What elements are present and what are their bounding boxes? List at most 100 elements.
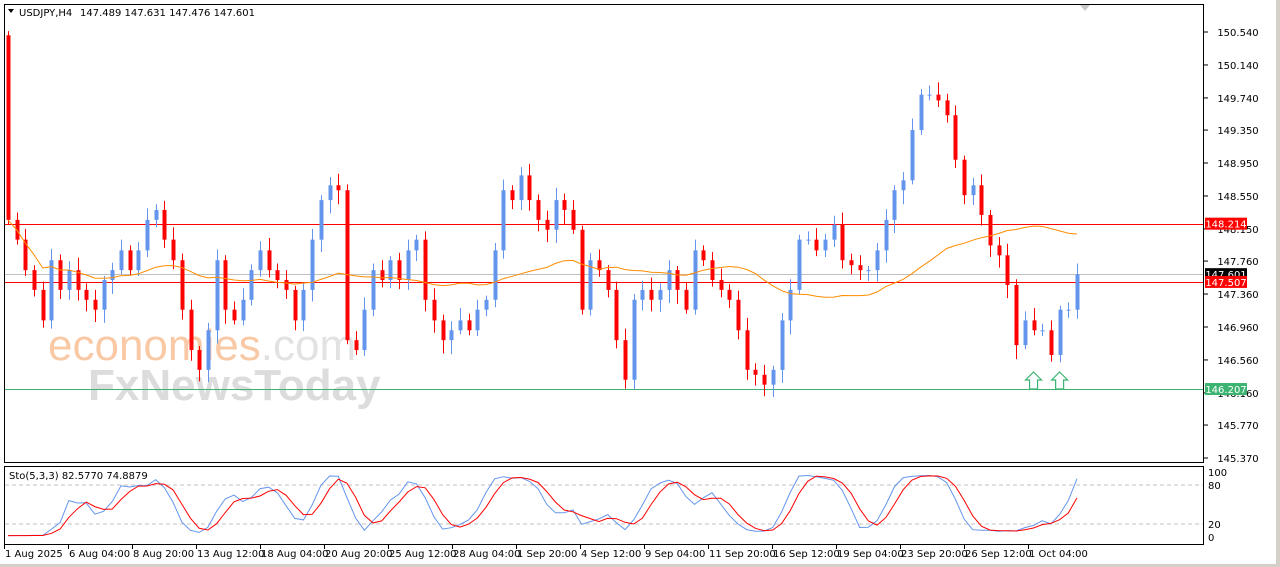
candle-body (1058, 309, 1063, 356)
watermark: economies.com FxNewsToday (48, 321, 381, 410)
candle-body (1005, 255, 1010, 285)
candle-body (441, 320, 446, 341)
y-tick-label: 149.740 (1217, 94, 1258, 105)
x-tick-label: 13 Aug 12:00 (197, 549, 264, 560)
candle-body (953, 115, 958, 160)
candle-body (780, 320, 785, 370)
candle (614, 281, 619, 349)
candle-body (693, 250, 698, 310)
candle (693, 239, 698, 315)
svg-text:148.214: 148.214 (1205, 220, 1246, 231)
sto-axis-label: 20 (1208, 520, 1221, 531)
x-tick-label: 16 Sep 12:00 (773, 549, 840, 560)
candle-body (293, 289, 298, 321)
x-tick-label: 1 Aug 2025 (5, 549, 63, 560)
candle (1058, 305, 1063, 363)
candle-body (614, 289, 619, 341)
candle-body (571, 209, 576, 230)
candle (423, 231, 428, 312)
candle-body (580, 229, 585, 310)
candle-body (171, 239, 176, 261)
candle-body (788, 289, 793, 321)
candle-body (1040, 330, 1045, 332)
x-tick-label: 1 Oct 04:00 (1029, 549, 1088, 560)
ohlc-readout: 147.489 147.631 147.476 147.601 (80, 8, 255, 19)
candle-body (128, 250, 133, 271)
candle-body (753, 369, 758, 375)
candle-body (380, 270, 385, 281)
candle (249, 264, 254, 306)
candle-body (249, 270, 254, 300)
candle-body (397, 260, 402, 281)
candle-body (588, 260, 593, 310)
candle-body (606, 270, 611, 290)
candle (215, 249, 220, 344)
candle-body (328, 185, 333, 201)
candle-body (858, 265, 863, 271)
candle-body (345, 190, 350, 341)
candle (371, 263, 376, 317)
y-tick-label: 148.950 (1217, 159, 1258, 170)
candle-body (475, 309, 480, 331)
candle-body (719, 280, 724, 290)
candle-body (1066, 309, 1071, 311)
candle-body (197, 350, 202, 370)
candle-body (892, 190, 897, 220)
candle-body (701, 250, 706, 261)
y-tick-label: 150.140 (1217, 61, 1258, 72)
candle-body (414, 239, 419, 251)
candle-body (467, 320, 472, 331)
y-tick-label: 146.560 (1217, 356, 1258, 367)
candle-body (1075, 274, 1080, 310)
y-tick-label: 147.360 (1217, 290, 1258, 301)
candle-body (875, 250, 880, 271)
candle (6, 31, 11, 224)
candle-body (866, 270, 871, 272)
x-tick-label: 23 Sep 20:00 (901, 549, 968, 560)
sto-axis-label: 0 (1208, 533, 1214, 544)
candle-body (67, 270, 72, 290)
candle-body (301, 289, 306, 321)
candle-body (84, 289, 89, 300)
candle-body (119, 250, 124, 271)
candle-body (971, 185, 976, 196)
candle-body (110, 270, 115, 281)
candle-body (901, 180, 906, 191)
candle-body (189, 309, 194, 351)
candle-body (49, 260, 54, 321)
candle-body (1049, 330, 1054, 356)
x-tick-label: 4 Sep 12:00 (581, 549, 641, 560)
candle-body (102, 280, 107, 310)
candle-body (154, 209, 159, 220)
candle-body (649, 289, 654, 300)
candle-body (536, 200, 541, 220)
candle-body (823, 239, 828, 251)
x-tick-label: 20 Aug 20:00 (325, 549, 392, 560)
candle-body (275, 270, 280, 281)
candle-body (936, 94, 941, 101)
candle-body (919, 94, 924, 131)
candle-body (510, 190, 515, 201)
svg-text:FxNewsToday: FxNewsToday (88, 361, 381, 410)
candle-body (832, 224, 837, 240)
candle-body (527, 175, 532, 201)
candle-body (945, 100, 950, 116)
candle-body (562, 200, 567, 210)
candle-body (545, 219, 550, 230)
candle-body (762, 374, 767, 385)
candle-body (241, 299, 246, 321)
candle-body (354, 340, 359, 351)
candle (180, 253, 185, 320)
candle-body (814, 239, 819, 251)
candle-body (910, 130, 915, 181)
y-tick-label: 146.960 (1217, 323, 1258, 334)
candle-body (1014, 284, 1019, 346)
candle (919, 88, 924, 135)
candle-body (710, 260, 715, 281)
candle-body (145, 219, 150, 251)
candle-body (519, 175, 524, 201)
candle-body (267, 250, 272, 271)
candle-body (432, 299, 437, 321)
candle-body (258, 250, 263, 271)
candle-body (849, 260, 854, 266)
